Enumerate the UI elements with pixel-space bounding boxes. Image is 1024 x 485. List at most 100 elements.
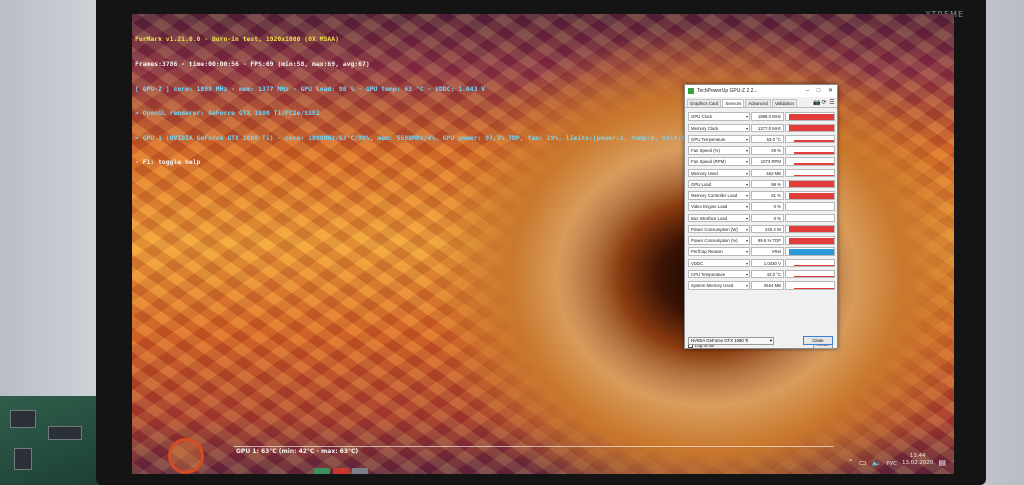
- sensor-row: Fan Speed (%) ▾ 29 %: [688, 145, 836, 156]
- taskbar: ⌃ ▭ 🔈 РУС 13:44 13.02.2020 ▤: [132, 446, 954, 474]
- sensor-row: Fan Speed (RPM) ▾ 1073 RPM: [688, 156, 836, 167]
- taskbar-app-button[interactable]: [333, 468, 349, 474]
- sensor-name-dropdown[interactable]: GPU Load ▾: [688, 179, 750, 189]
- sensor-name-dropdown[interactable]: Video Engine Load ▾: [688, 202, 750, 211]
- sensor-row: Memory Controller Load ▾ 81 %: [688, 190, 836, 201]
- sensor-graph: [785, 213, 835, 223]
- sensor-graph-fill: [789, 193, 834, 199]
- sensor-value: 240.4 W: [751, 224, 784, 234]
- sensor-name-dropdown[interactable]: GPU Temperature ▾: [688, 134, 750, 144]
- sensor-name: Memory Used: [691, 170, 718, 176]
- menu-icon[interactable]: ☰: [829, 99, 835, 106]
- sensor-graph-fill: [794, 276, 834, 278]
- sensor-name-dropdown[interactable]: Bus Interface Load ▾: [688, 213, 750, 223]
- taskbar-app-button[interactable]: [314, 468, 330, 474]
- sensor-name: VDDC: [691, 260, 704, 266]
- sensor-graph: [785, 123, 835, 133]
- chevron-down-icon: ▾: [745, 114, 748, 120]
- motherboard-photo: [0, 396, 108, 485]
- sensor-graph: [785, 269, 835, 279]
- sensor-name-dropdown[interactable]: Power Consumption (W) ▾: [688, 224, 750, 234]
- close-window-button[interactable]: ✕: [824, 85, 837, 97]
- sensor-graph: [785, 258, 835, 268]
- sensor-name-dropdown[interactable]: Fan Speed (%) ▾: [688, 146, 750, 155]
- sensor-graph-fill: [789, 248, 834, 255]
- chevron-down-icon: ▾: [745, 136, 748, 142]
- sensor-name: Power Consumption (%): [691, 238, 738, 244]
- sensor-row: Video Engine Load ▾ 0 %: [688, 201, 836, 212]
- language-indicator[interactable]: РУС: [886, 461, 897, 467]
- volume-icon[interactable]: 🔈: [871, 458, 881, 467]
- sensor-graph: [785, 191, 835, 200]
- chevron-down-icon: ▾: [745, 271, 748, 277]
- notification-icon[interactable]: ▤: [938, 458, 946, 467]
- camera-icon[interactable]: 📷: [813, 99, 820, 106]
- sensor-graph: [785, 179, 835, 189]
- sensor-graph-fill: [789, 113, 834, 120]
- chevron-down-icon: ▾: [745, 148, 748, 154]
- chevron-down-icon: ▾: [745, 125, 748, 131]
- sensor-name-dropdown[interactable]: System Memory Used ▾: [688, 281, 750, 290]
- tab-validation[interactable]: Validation: [771, 99, 797, 107]
- furmark-help-line: - F1: toggle help: [135, 158, 201, 167]
- sensor-value: 63.0 °C: [751, 134, 784, 144]
- tab-sensors[interactable]: Sensors: [722, 99, 745, 107]
- sensor-graph-fill: [794, 175, 834, 177]
- gpu-device-select-value: NVIDIA GeForce GTX 1080 Ti: [691, 338, 749, 343]
- chevron-down-icon: ▾: [745, 215, 748, 221]
- furmark-gpu1-line: > GPU 1 (NVIDIA GeForce GTX 1080 Ti) - c…: [135, 133, 713, 142]
- sensor-value: 1898.0 MHz: [751, 112, 784, 121]
- sensor-row: Memory Clock ▾ 1377.0 MHz: [688, 122, 836, 133]
- close-button[interactable]: Close: [803, 336, 833, 345]
- sensor-row: PerfCap Reason ▾ VRel: [688, 246, 836, 257]
- sensor-row: System Memory Used ▾ 2554 MB: [688, 280, 836, 291]
- tab-advanced[interactable]: Advanced: [745, 99, 771, 107]
- sensor-graph: [785, 236, 835, 245]
- gpuz-title: TechPowerUp GPU-Z 2.2...: [697, 88, 758, 94]
- minimize-button[interactable]: –: [802, 85, 813, 97]
- sensor-name-dropdown[interactable]: Power Consumption (%) ▾: [688, 236, 750, 245]
- furmark-overlay: FurMark v1.21.0.0 - Burn-in test, 1920x1…: [135, 19, 712, 183]
- sensor-name-dropdown[interactable]: Memory Used ▾: [688, 168, 750, 178]
- pcb-chip: [48, 426, 82, 440]
- sensor-graph: [785, 202, 835, 211]
- chevron-up-icon[interactable]: ⌃: [847, 458, 854, 467]
- gpu-device-select[interactable]: NVIDIA GeForce GTX 1080 Ti ▾: [688, 337, 774, 345]
- sensor-name-dropdown[interactable]: VDDC ▾: [688, 258, 750, 268]
- clock[interactable]: 13:44 13.02.2020: [902, 453, 934, 467]
- sensor-value: 1073 RPM: [751, 157, 784, 166]
- sensor-graph-fill: [789, 180, 834, 188]
- chevron-down-icon: ▾: [745, 159, 748, 165]
- system-tray: ⌃ ▭ 🔈 РУС 13:44 13.02.2020 ▤: [847, 453, 946, 467]
- refresh-icon[interactable]: ⟳: [821, 99, 827, 106]
- sensor-name-dropdown[interactable]: Memory Clock ▾: [688, 123, 750, 133]
- chevron-down-icon: ▾: [745, 181, 748, 187]
- chevron-down-icon: ▾: [745, 260, 748, 266]
- sensor-graph-fill: [794, 287, 834, 289]
- sensor-name-dropdown[interactable]: GPU Clock ▾: [688, 112, 750, 121]
- sensor-graph: [785, 168, 835, 178]
- tab-graphics-card[interactable]: Graphics Card: [687, 99, 722, 107]
- sensor-name: Bus Interface Load: [691, 215, 728, 221]
- clock-date: 13.02.2020: [901, 460, 934, 466]
- chevron-down-icon: ▾: [745, 204, 748, 210]
- furmark-frames-line: Frames:3786 - time:00:00:56 - FPS:69 (mi…: [135, 60, 370, 69]
- sensor-name: PerfCap Reason: [691, 249, 723, 255]
- sensor-graph-fill: [789, 124, 834, 132]
- taskbar-app-button[interactable]: [352, 468, 368, 474]
- sensor-name-dropdown[interactable]: Fan Speed (RPM) ▾: [688, 157, 750, 166]
- chevron-down-icon: ▾: [745, 249, 748, 255]
- sensor-name-dropdown[interactable]: PerfCap Reason ▾: [688, 247, 750, 256]
- gpuz-window[interactable]: TechPowerUp GPU-Z 2.2... – □ ✕ Graphics …: [684, 84, 838, 349]
- gpuz-title-bar[interactable]: TechPowerUp GPU-Z 2.2... – □ ✕: [685, 85, 837, 97]
- maximize-button[interactable]: □: [813, 85, 824, 97]
- sensor-graph-fill: [794, 152, 834, 154]
- sensor-name-dropdown[interactable]: Memory Controller Load ▾: [688, 191, 750, 200]
- chevron-down-icon: ▾: [745, 283, 748, 289]
- network-icon[interactable]: ▭: [859, 458, 867, 467]
- sensor-name-dropdown[interactable]: CPU Temperature ▾: [688, 269, 750, 279]
- sensor-row: VDDC ▾ 1.0430 V: [688, 257, 836, 268]
- sensor-graph: [785, 146, 835, 155]
- furmark-renderer-line: > OpenGL renderer: GeForce GTX 1080 Ti/P…: [135, 109, 320, 118]
- sensor-row: Power Consumption (%) ▾ 99.5 % TDP: [688, 235, 836, 246]
